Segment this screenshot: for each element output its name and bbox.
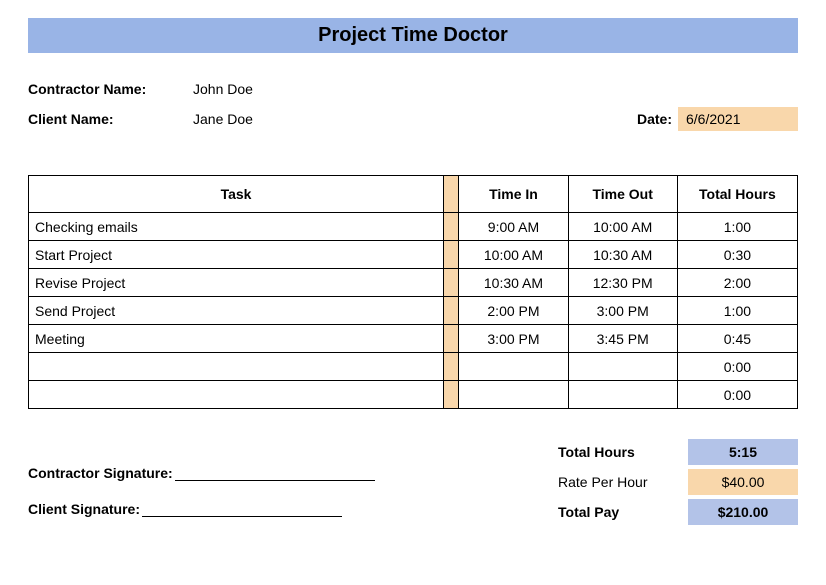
separator-cell bbox=[444, 325, 459, 353]
time-out-cell bbox=[568, 353, 677, 381]
table-row: Checking emails 9:00 AM10:00 AM1:00 bbox=[29, 213, 798, 241]
header-time-in: Time In bbox=[459, 176, 568, 213]
page-title: Project Time Doctor bbox=[28, 18, 798, 53]
separator-cell bbox=[444, 269, 459, 297]
client-row: Client Name: Jane Doe Date: 6/6/2021 bbox=[28, 107, 798, 131]
task-cell: Start Project bbox=[29, 241, 444, 269]
summary-total-hours-label: Total Hours bbox=[548, 444, 688, 460]
tasks-table: Task Time In Time Out Total Hours Checki… bbox=[28, 175, 798, 409]
total-hours-cell: 0:00 bbox=[677, 381, 797, 409]
contractor-label: Contractor Name: bbox=[28, 81, 193, 97]
table-row: Start Project 10:00 AM10:30 AM0:30 bbox=[29, 241, 798, 269]
header-total-hours: Total Hours bbox=[677, 176, 797, 213]
separator-cell bbox=[444, 381, 459, 409]
total-hours-cell: 0:45 bbox=[677, 325, 797, 353]
time-in-cell: 10:30 AM bbox=[459, 269, 568, 297]
table-row: Revise Project 10:30 AM12:30 PM2:00 bbox=[29, 269, 798, 297]
signature-block: Contractor Signature: Client Signature: bbox=[28, 437, 548, 535]
total-hours-cell: 1:00 bbox=[677, 213, 797, 241]
client-signature-row: Client Signature: bbox=[28, 499, 548, 517]
summary-total-pay-row: Total Pay $210.00 bbox=[548, 497, 798, 527]
table-row: Meeting 3:00 PM3:45 PM0:45 bbox=[29, 325, 798, 353]
time-in-cell: 10:00 AM bbox=[459, 241, 568, 269]
contractor-signature-label: Contractor Signature: bbox=[28, 465, 173, 481]
summary-total-hours-value: 5:15 bbox=[688, 439, 798, 465]
task-cell: Meeting bbox=[29, 325, 444, 353]
header-time-out: Time Out bbox=[568, 176, 677, 213]
header-separator bbox=[444, 176, 459, 213]
table-row: 0:00 bbox=[29, 381, 798, 409]
task-cell: Send Project bbox=[29, 297, 444, 325]
separator-cell bbox=[444, 241, 459, 269]
contractor-signature-row: Contractor Signature: bbox=[28, 463, 548, 481]
contractor-row: Contractor Name: John Doe bbox=[28, 81, 798, 97]
task-cell bbox=[29, 353, 444, 381]
total-hours-cell: 1:00 bbox=[677, 297, 797, 325]
date-value: 6/6/2021 bbox=[678, 107, 798, 131]
client-label: Client Name: bbox=[28, 111, 193, 127]
total-hours-cell: 0:30 bbox=[677, 241, 797, 269]
task-cell: Checking emails bbox=[29, 213, 444, 241]
client-signature-label: Client Signature: bbox=[28, 501, 140, 517]
summary-block: Total Hours 5:15 Rate Per Hour $40.00 To… bbox=[548, 437, 798, 527]
contractor-name: John Doe bbox=[193, 81, 798, 97]
date-group: Date: 6/6/2021 bbox=[637, 107, 798, 131]
separator-cell bbox=[444, 353, 459, 381]
time-out-cell bbox=[568, 381, 677, 409]
summary-rate-value: $40.00 bbox=[688, 469, 798, 495]
header-task: Task bbox=[29, 176, 444, 213]
task-cell: Revise Project bbox=[29, 269, 444, 297]
time-out-cell: 12:30 PM bbox=[568, 269, 677, 297]
separator-cell bbox=[444, 297, 459, 325]
summary-total-hours-row: Total Hours 5:15 bbox=[548, 437, 798, 467]
total-hours-cell: 2:00 bbox=[677, 269, 797, 297]
summary-rate-row: Rate Per Hour $40.00 bbox=[548, 467, 798, 497]
contractor-signature-line[interactable] bbox=[175, 463, 375, 481]
table-row: Send Project 2:00 PM3:00 PM1:00 bbox=[29, 297, 798, 325]
time-out-cell: 10:00 AM bbox=[568, 213, 677, 241]
time-in-cell: 9:00 AM bbox=[459, 213, 568, 241]
table-row: 0:00 bbox=[29, 353, 798, 381]
time-out-cell: 3:00 PM bbox=[568, 297, 677, 325]
client-signature-line[interactable] bbox=[142, 499, 342, 517]
time-in-cell: 3:00 PM bbox=[459, 325, 568, 353]
total-hours-cell: 0:00 bbox=[677, 353, 797, 381]
summary-rate-label: Rate Per Hour bbox=[548, 474, 688, 490]
summary-total-pay-value: $210.00 bbox=[688, 499, 798, 525]
table-header-row: Task Time In Time Out Total Hours bbox=[29, 176, 798, 213]
time-out-cell: 3:45 PM bbox=[568, 325, 677, 353]
time-in-cell bbox=[459, 381, 568, 409]
date-label: Date: bbox=[637, 111, 678, 127]
time-in-cell bbox=[459, 353, 568, 381]
client-name: Jane Doe bbox=[193, 111, 637, 127]
time-out-cell: 10:30 AM bbox=[568, 241, 677, 269]
task-cell bbox=[29, 381, 444, 409]
separator-cell bbox=[444, 213, 459, 241]
summary-total-pay-label: Total Pay bbox=[548, 504, 688, 520]
time-in-cell: 2:00 PM bbox=[459, 297, 568, 325]
